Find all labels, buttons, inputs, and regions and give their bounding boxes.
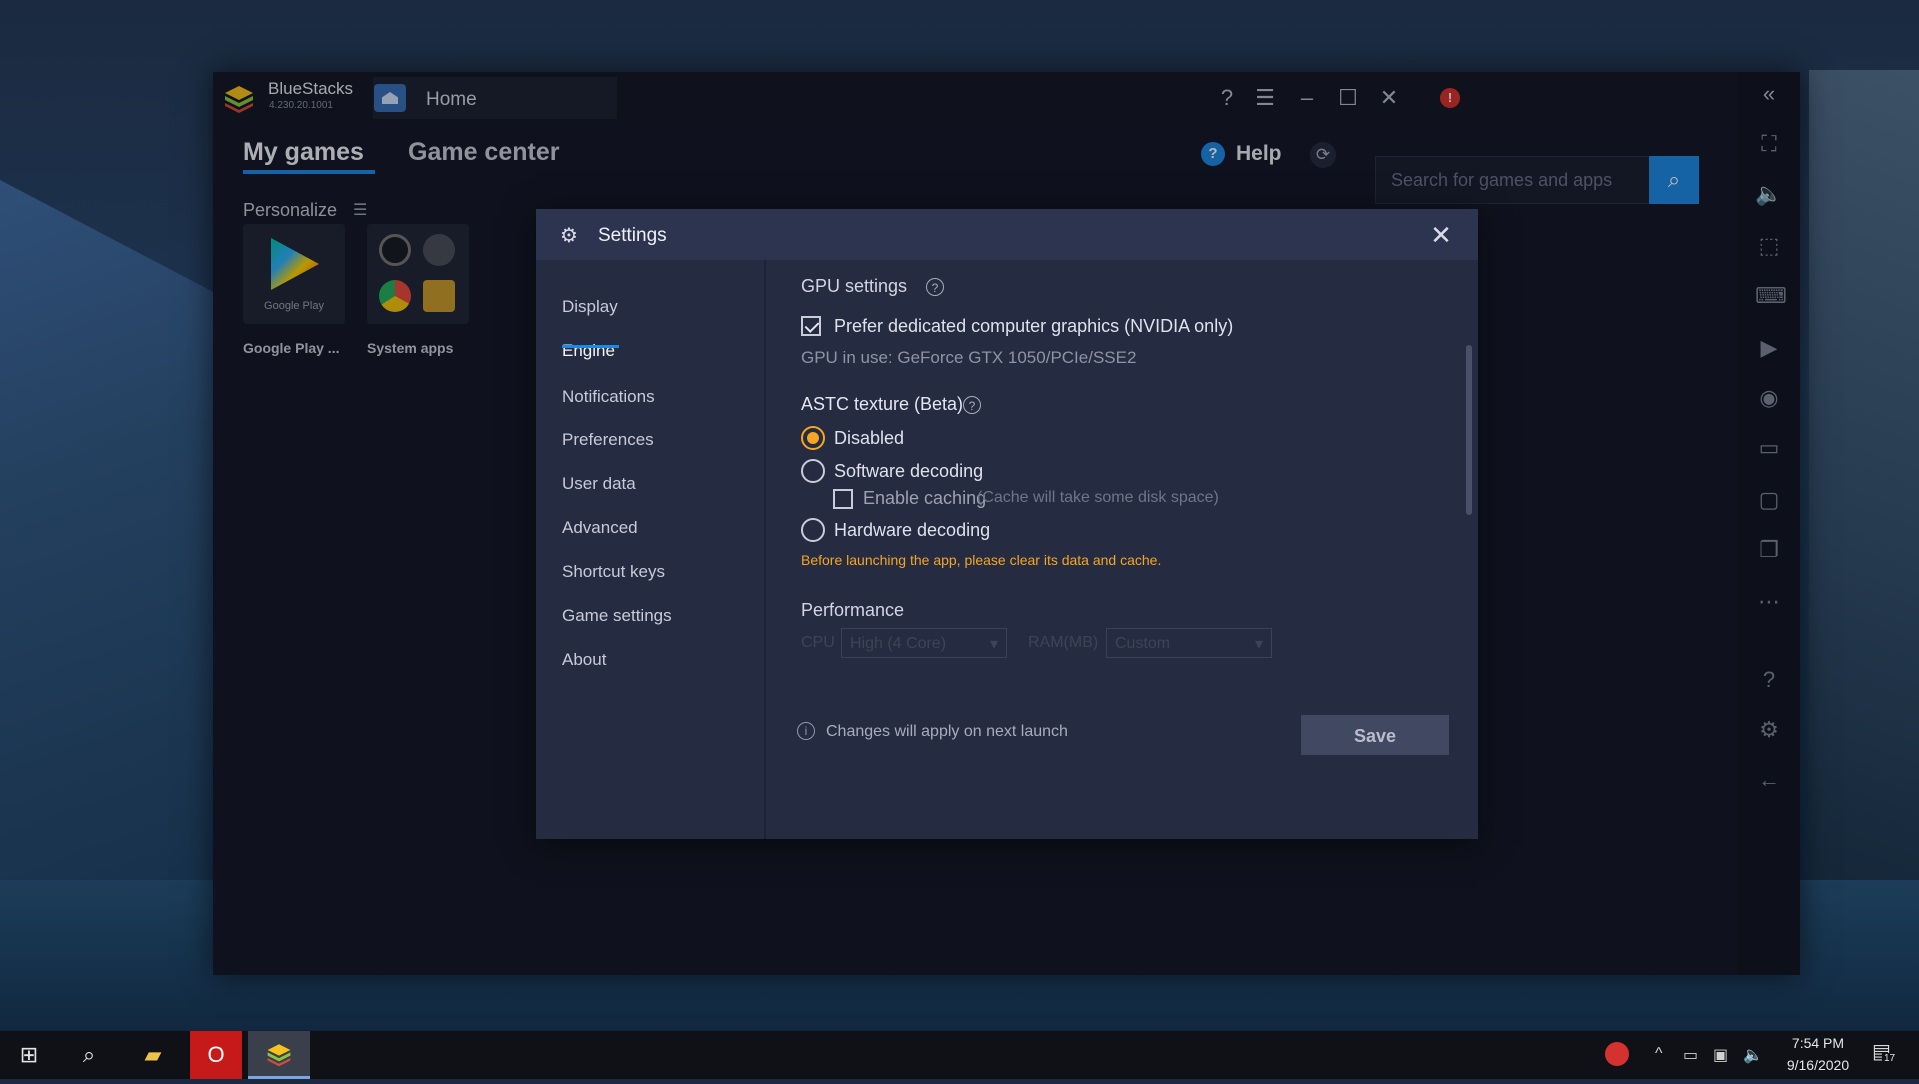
file-explorer-icon[interactable]: ▰: [124, 1031, 182, 1079]
speaker-icon[interactable]: 🔈: [1743, 1045, 1763, 1065]
astc-title: ASTC texture (Beta): [801, 394, 964, 414]
nav-user-data[interactable]: User data: [562, 474, 636, 494]
desktop-mountain-left: [0, 180, 240, 880]
cpu-label: CPU: [801, 634, 835, 651]
nav-game-settings[interactable]: Game settings: [562, 606, 672, 626]
opera-icon[interactable]: O: [190, 1031, 242, 1079]
windows-start-icon[interactable]: ⊞: [0, 1031, 58, 1079]
radio-hardware-decoding[interactable]: [801, 518, 825, 542]
astc-help-icon[interactable]: ?: [963, 396, 981, 414]
panel-scrollbar[interactable]: [1466, 345, 1472, 515]
windows-taskbar: ⊞ ⌕ ▰ O ^ ▭ ▣ 🔈 7:54 PM 9/16/2020 ▤ 17: [0, 1031, 1919, 1079]
action-center-icon[interactable]: ▤ 17: [1870, 1039, 1898, 1065]
enable-caching-label[interactable]: Enable caching: [863, 488, 986, 509]
bluestacks-taskbar-icon[interactable]: [248, 1031, 310, 1079]
settings-header: ⚙ Settings ✕: [536, 209, 1478, 260]
prefer-dedicated-label[interactable]: Prefer dedicated computer graphics (NVID…: [834, 316, 1233, 337]
nav-about[interactable]: About: [562, 650, 606, 670]
performance-row: CPU High (4 Core) ▾ RAM(MB) Custom ▾: [801, 628, 1321, 658]
engine-panel: GPU settings ? Prefer dedicated computer…: [766, 260, 1478, 839]
radio-software-decoding[interactable]: [801, 459, 825, 483]
ram-select-value: Custom: [1115, 635, 1171, 652]
ram-label: RAM(MB): [1028, 634, 1099, 651]
desktop-mountain-right: [1809, 70, 1919, 890]
cpu-dropdown-icon: ▾: [989, 636, 998, 653]
gpu-help-icon[interactable]: ?: [926, 278, 944, 296]
nav-active-underline: [562, 345, 619, 348]
antivirus-tray-icon[interactable]: [1605, 1042, 1629, 1066]
radio-hardware-decoding-label[interactable]: Hardware decoding: [834, 520, 990, 541]
cpu-select-value: High (4 Core): [850, 635, 947, 652]
radio-software-decoding-label[interactable]: Software decoding: [834, 461, 983, 482]
radio-disabled-label[interactable]: Disabled: [834, 428, 904, 449]
performance-title: Performance: [801, 600, 905, 620]
info-icon: i: [797, 722, 815, 740]
show-hidden-icons[interactable]: ^: [1655, 1045, 1663, 1063]
settings-title: Settings: [598, 225, 667, 246]
save-button[interactable]: Save: [1301, 715, 1449, 755]
changes-note: Changes will apply on next launch: [826, 723, 1068, 740]
gear-icon: ⚙: [560, 225, 578, 247]
clock-time[interactable]: 7:54 PM: [1783, 1035, 1853, 1051]
nav-display[interactable]: Display: [562, 297, 618, 317]
prefer-dedicated-checkbox[interactable]: [801, 316, 821, 336]
search-taskbar-icon[interactable]: ⌕: [60, 1031, 118, 1079]
settings-dialog: ⚙ Settings ✕ Display Engine Notification…: [536, 209, 1478, 839]
battery-icon[interactable]: ▭: [1683, 1045, 1698, 1065]
network-icon[interactable]: ▣: [1713, 1045, 1728, 1065]
nav-shortcut-keys[interactable]: Shortcut keys: [562, 562, 665, 582]
nav-engine[interactable]: Engine: [562, 341, 615, 361]
ram-select[interactable]: Custom ▾: [1106, 628, 1272, 658]
cpu-select[interactable]: High (4 Core) ▾: [841, 628, 1007, 658]
nav-advanced[interactable]: Advanced: [562, 518, 638, 538]
radio-disabled[interactable]: [801, 426, 825, 450]
nav-preferences[interactable]: Preferences: [562, 430, 654, 450]
enable-caching-note: (Cache will take some disk space): [977, 489, 1219, 506]
clock-date[interactable]: 9/16/2020: [1776, 1057, 1860, 1073]
close-dialog-icon[interactable]: ✕: [1426, 220, 1456, 250]
astc-warning: Before launching the app, please clear i…: [801, 552, 1162, 568]
notification-count: 17: [1882, 1053, 1898, 1064]
enable-caching-checkbox[interactable]: [833, 489, 853, 509]
nav-notifications[interactable]: Notifications: [562, 387, 655, 407]
ram-dropdown-icon: ▾: [1254, 636, 1263, 653]
gpu-in-use-text: GPU in use: GeForce GTX 1050/PCIe/SSE2: [801, 348, 1137, 367]
gpu-settings-title: GPU settings: [801, 276, 908, 296]
